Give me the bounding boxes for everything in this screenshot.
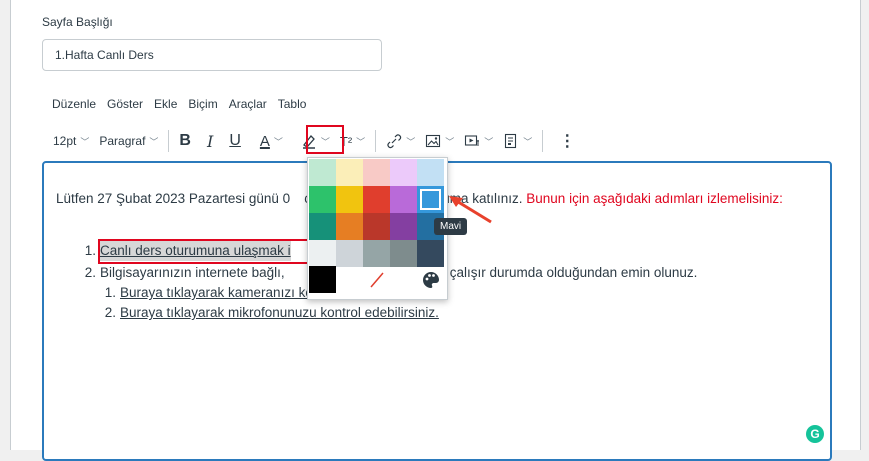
color-swatch[interactable] [309,240,336,267]
editor-menubar: Düzenle Göster Ekle Biçim Araçlar Tablo [52,97,306,111]
link-icon [387,134,402,149]
color-swatch[interactable] [363,186,390,213]
chevron-down-icon: ﹀ [149,136,159,147]
color-swatch[interactable] [390,240,417,267]
color-swatch[interactable] [390,186,417,213]
color-swatch[interactable] [390,159,417,186]
color-swatch[interactable] [363,159,390,186]
chevron-down-icon: ﹀ [484,136,494,147]
color-swatch[interactable] [363,213,390,240]
color-swatch[interactable] [336,159,363,186]
color-swatch[interactable] [390,213,417,240]
page-title-label: Sayfa Başlığı [42,15,113,29]
more-options-icon[interactable]: ⋮ [559,128,575,154]
menu-tools[interactable]: Araçlar [229,97,267,111]
color-swatch-grid [309,159,444,267]
block-format-select[interactable]: Paragraf ﹀ [99,128,158,154]
annotation-arrow [449,196,492,224]
menu-format[interactable]: Biçim [188,97,217,111]
color-swatch[interactable] [336,240,363,267]
color-swatch[interactable] [417,240,444,267]
color-swatch[interactable] [309,186,336,213]
document-button[interactable]: ﹀ [503,128,532,154]
color-swatch[interactable] [309,213,336,240]
menu-view[interactable]: Göster [107,97,143,111]
media-icon [465,135,480,146]
remove-color-button[interactable] [336,266,417,293]
bold-button[interactable]: B [179,128,191,154]
palette-icon [422,271,439,288]
document-icon [505,133,517,149]
grammarly-icon[interactable]: G [806,425,824,443]
microphone-check-link[interactable]: Buraya tıklayarak mikrofonunuzu kontrol … [120,305,439,320]
color-swatch-black[interactable] [309,266,336,293]
color-swatch-selected[interactable] [417,186,444,213]
toolbar-divider [542,130,544,152]
chevron-down-icon: ﹀ [406,136,416,147]
color-swatch[interactable] [417,159,444,186]
color-palette-dropdown [307,157,448,300]
chevron-down-icon: ﹀ [273,136,283,147]
chevron-down-icon: ﹀ [523,136,533,147]
font-size-select[interactable]: 12pt ﹀ [53,128,89,154]
image-icon [426,134,441,148]
menu-edit[interactable]: Düzenle [52,97,96,111]
custom-color-button[interactable] [417,266,444,293]
link-annotation-box [98,239,310,264]
text-color-button[interactable]: A ﹀ [255,128,291,154]
highlight-annotation-box [306,125,344,154]
image-button[interactable]: ﹀ [425,128,454,154]
page-title-input[interactable]: 1.Hafta Canlı Ders [42,39,382,71]
menu-table[interactable]: Tablo [278,97,307,111]
toolbar-divider [168,130,170,152]
palette-extra-row [309,266,444,293]
italic-button[interactable]: I [207,128,213,154]
color-swatch[interactable] [309,159,336,186]
list-item: 2. Buraya tıklayarak mikrofonunuzu kontr… [104,305,439,320]
menu-insert[interactable]: Ekle [154,97,177,111]
chevron-down-icon: ﹀ [356,136,366,147]
underline-button[interactable]: U [229,128,241,154]
color-swatch[interactable] [363,240,390,267]
color-swatch[interactable] [336,186,363,213]
link-button[interactable]: ﹀ [386,128,415,154]
color-swatch[interactable] [336,213,363,240]
toolbar-divider [375,130,377,152]
remove-color-icon [369,272,384,287]
chevron-down-icon: ﹀ [80,136,90,147]
media-button[interactable]: ﹀ [464,128,493,154]
chevron-down-icon: ﹀ [445,136,455,147]
